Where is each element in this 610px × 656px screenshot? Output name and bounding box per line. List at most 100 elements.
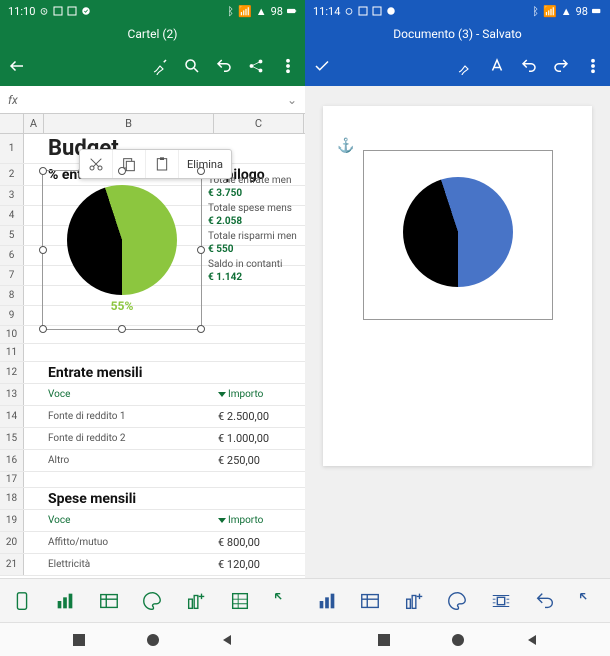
resize-handle[interactable]	[197, 325, 205, 333]
battery-icon	[287, 6, 297, 16]
chart-add-icon[interactable]	[185, 590, 207, 612]
back-icon[interactable]	[8, 57, 26, 75]
check-circle-icon	[386, 6, 396, 16]
done-icon[interactable]	[313, 57, 331, 75]
row-header[interactable]: 8	[0, 286, 24, 305]
pie-chart-icon	[403, 177, 513, 287]
row-header[interactable]: 16	[0, 450, 24, 471]
undo-icon[interactable]	[520, 57, 538, 75]
wrap-icon[interactable]	[490, 590, 512, 612]
row-header[interactable]: 19	[0, 510, 24, 531]
document-page[interactable]: ⚓	[323, 106, 592, 466]
chart-bar-icon[interactable]	[54, 590, 76, 612]
table-icon[interactable]	[359, 590, 381, 612]
undo-icon[interactable]	[534, 590, 556, 612]
search-icon[interactable]	[183, 57, 201, 75]
battery-pct: 98	[576, 5, 588, 18]
resize-handle[interactable]	[39, 325, 47, 333]
expand-icon[interactable]	[272, 590, 294, 612]
palette-icon[interactable]	[446, 590, 468, 612]
row-header[interactable]: 10	[0, 326, 24, 343]
status-bar: 11:10 ᛒ 📶 ▲ 98	[0, 0, 305, 22]
phone-icon[interactable]	[11, 590, 33, 612]
undo-icon[interactable]	[215, 57, 233, 75]
row-header[interactable]: 9	[0, 306, 24, 325]
pie-chart-object[interactable]	[363, 150, 553, 320]
bluetooth-icon: ᛒ	[532, 5, 539, 18]
document-canvas[interactable]: ⚓	[305, 86, 610, 578]
expand-icon[interactable]	[577, 590, 599, 612]
row-header[interactable]: 7	[0, 266, 24, 285]
select-all-cell[interactable]	[0, 114, 24, 133]
paste-button[interactable]	[146, 150, 179, 178]
summary-label: Totale risparmi men	[208, 231, 297, 243]
resize-handle[interactable]	[39, 167, 47, 175]
resize-handle[interactable]	[197, 246, 205, 254]
col-header[interactable]: A	[24, 114, 44, 133]
square-icon	[372, 6, 382, 16]
grid-icon[interactable]	[229, 590, 251, 612]
copy-button[interactable]	[113, 150, 146, 178]
word-app: 11:14 ᛒ 📶 ▲ 98 Documento (3) - Salvato	[305, 0, 610, 656]
col-header[interactable]: B	[44, 114, 214, 133]
resize-handle[interactable]	[118, 167, 126, 175]
column-label: Voce	[48, 389, 70, 400]
row-header[interactable]: 12	[0, 362, 24, 383]
brush-icon[interactable]	[456, 57, 474, 75]
chart-add-icon[interactable]	[403, 590, 425, 612]
bluetooth-icon: ᛒ	[227, 5, 234, 18]
redo-icon[interactable]	[552, 57, 570, 75]
cut-icon	[88, 156, 104, 172]
square-icon	[67, 6, 77, 16]
paste-icon	[154, 156, 170, 172]
chart-bar-icon[interactable]	[316, 590, 338, 612]
nav-home-icon[interactable]	[146, 633, 160, 647]
square-icon	[53, 6, 63, 16]
row-header[interactable]: 5	[0, 226, 24, 245]
palette-icon[interactable]	[141, 590, 163, 612]
row-header[interactable]: 4	[0, 206, 24, 225]
share-icon[interactable]	[247, 57, 265, 75]
resize-handle[interactable]	[39, 246, 47, 254]
anchor-icon: ⚓	[337, 138, 354, 154]
nav-back-icon[interactable]	[220, 633, 234, 647]
title-bar: Documento (3) - Salvato	[305, 22, 610, 46]
more-icon[interactable]	[584, 57, 602, 75]
spreadsheet[interactable]: A B C 1Budget 2% entepilogo 3 4 5 6 7 8 …	[0, 114, 305, 578]
row-header[interactable]: 2	[0, 164, 24, 185]
chevron-down-icon[interactable]: ⌄	[287, 93, 297, 107]
nav-home-icon[interactable]	[451, 633, 465, 647]
row-header[interactable]: 21	[0, 554, 24, 575]
table-cell: € 2.500,00	[218, 410, 269, 423]
text-format-icon[interactable]	[488, 57, 506, 75]
row-header[interactable]: 3	[0, 186, 24, 205]
row-header[interactable]: 13	[0, 384, 24, 405]
nav-recents-icon[interactable]	[72, 633, 86, 647]
summary-panel: Totale entrate men € 3.750 Totale spese …	[208, 172, 297, 284]
square-icon	[358, 6, 368, 16]
table-icon[interactable]	[98, 590, 120, 612]
column-label: Importo	[228, 515, 263, 526]
row-header[interactable]: 18	[0, 488, 24, 509]
nav-recents-icon[interactable]	[377, 633, 391, 647]
row-header[interactable]: 14	[0, 406, 24, 427]
pie-chart-object[interactable]: Elimina 55%	[42, 170, 202, 330]
nav-back-icon[interactable]	[525, 633, 539, 647]
cut-button[interactable]	[80, 150, 113, 178]
more-icon[interactable]	[279, 57, 297, 75]
row-header[interactable]: 1	[0, 134, 24, 163]
row-header[interactable]: 17	[0, 472, 24, 487]
row-header[interactable]: 20	[0, 532, 24, 553]
col-header[interactable]: C	[214, 114, 304, 133]
resize-handle[interactable]	[118, 325, 126, 333]
row-header[interactable]: 11	[0, 344, 24, 361]
column-label: Voce	[48, 515, 70, 526]
brush-icon[interactable]	[151, 57, 169, 75]
row-header[interactable]: 6	[0, 246, 24, 265]
row-header[interactable]: 15	[0, 428, 24, 449]
delete-button[interactable]: Elimina	[179, 150, 231, 178]
resize-handle[interactable]	[197, 167, 205, 175]
formula-bar[interactable]: fx ⌄	[0, 86, 305, 114]
table-cell: Elettricità	[48, 559, 90, 570]
document-title: Cartel (2)	[128, 27, 178, 41]
